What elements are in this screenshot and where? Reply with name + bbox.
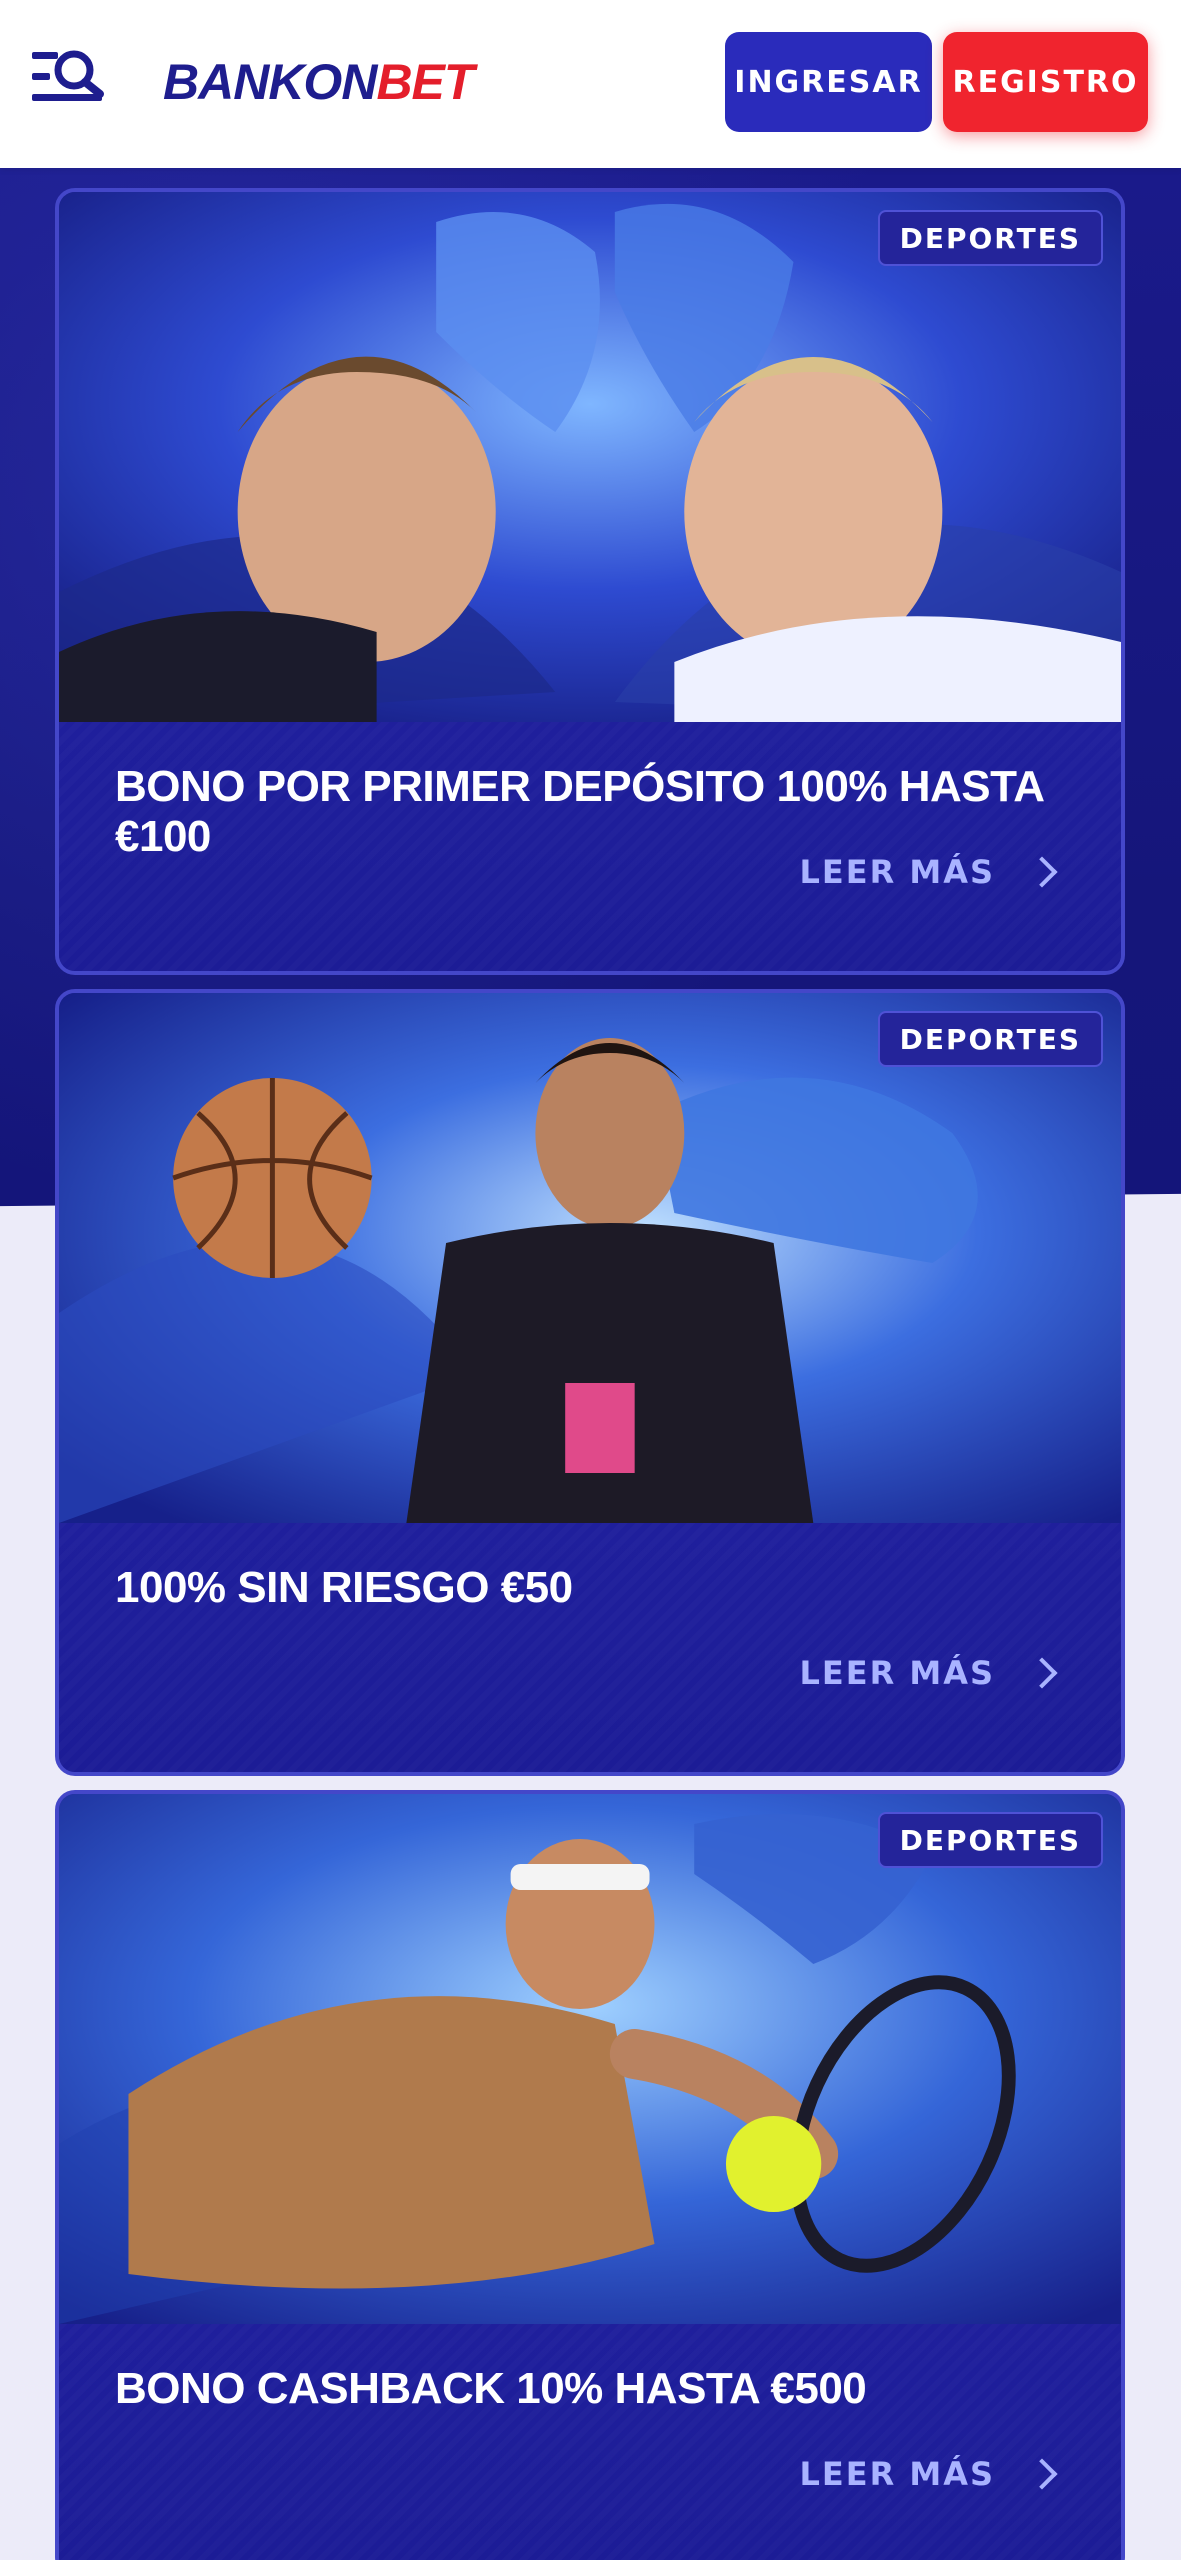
category-tag: DEPORTES	[877, 210, 1103, 266]
promo-card-footer: 100% SIN RIESGO €50 LEER MÁS	[59, 1523, 1121, 1772]
menu-search-icon[interactable]	[30, 46, 110, 116]
tennis-player-eagle-image: DEPORTES	[59, 1794, 1121, 2324]
page: BANKON BET INGRESAR REGISTRO DEPORTES BO…	[0, 0, 1181, 2560]
top-header: BANKON BET INGRESAR REGISTRO	[0, 0, 1181, 168]
logo-text-bet: BET	[376, 54, 474, 110]
login-button[interactable]: INGRESAR	[725, 32, 932, 132]
chevron-right-icon	[1026, 2458, 1058, 2490]
logo-text-bankon: BANKON	[163, 54, 377, 110]
promo-card-footer: BONO POR PRIMER DEPÓSITO 100% HASTA €100…	[59, 722, 1121, 971]
bankonbet-logo[interactable]: BANKON BET	[163, 50, 474, 114]
register-button[interactable]: REGISTRO	[943, 32, 1148, 132]
read-more-label: LEER MÁS	[799, 1654, 995, 1692]
football-players-lions-image: DEPORTES	[59, 192, 1121, 722]
promo-card[interactable]: DEPORTES BONO POR PRIMER DEPÓSITO 100% H…	[55, 188, 1125, 975]
promo-title: BONO CASHBACK 10% HASTA €500	[115, 2364, 867, 2413]
read-more-link[interactable]: LEER MÁS	[799, 842, 1061, 902]
category-tag: DEPORTES	[877, 1812, 1103, 1868]
read-more-label: LEER MÁS	[799, 853, 995, 891]
promo-card[interactable]: DEPORTES BONO CASHBACK 10% HASTA €500 LE…	[55, 1790, 1125, 2560]
read-more-link[interactable]: LEER MÁS	[799, 2444, 1061, 2504]
read-more-label: LEER MÁS	[799, 2455, 995, 2493]
promo-card-footer: BONO CASHBACK 10% HASTA €500 LEER MÁS	[59, 2324, 1121, 2560]
chevron-right-icon	[1026, 1657, 1058, 1689]
promo-title: 100% SIN RIESGO €50	[115, 1563, 573, 1612]
category-tag: DEPORTES	[877, 1011, 1103, 1067]
promo-card[interactable]: DEPORTES 100% SIN RIESGO €50 LEER MÁS	[55, 989, 1125, 1776]
basketball-player-dolphin-image: DEPORTES	[59, 993, 1121, 1523]
chevron-right-icon	[1026, 856, 1058, 888]
read-more-link[interactable]: LEER MÁS	[799, 1643, 1061, 1703]
